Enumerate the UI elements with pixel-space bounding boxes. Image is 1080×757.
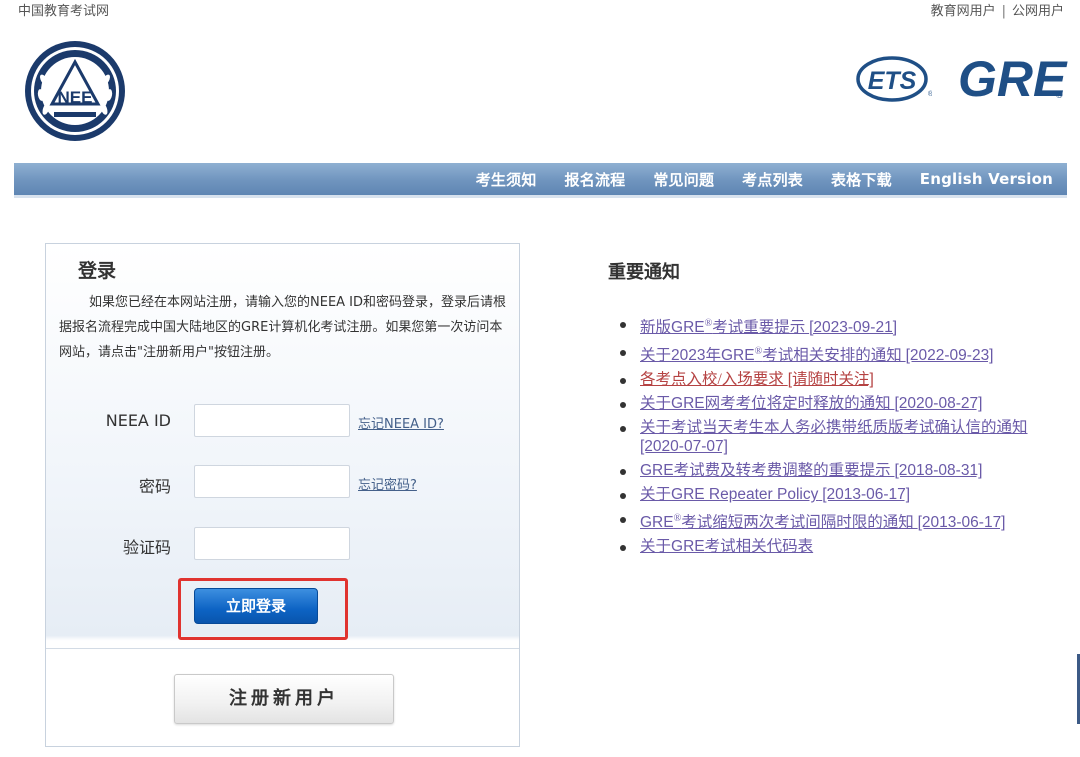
password-label: 密码: [138, 477, 171, 496]
register-new-user-button[interactable]: 注册新用户: [174, 674, 394, 724]
notice-date-text: [2013-06-17]: [917, 514, 1006, 532]
neea-id-label: NEEA ID: [105, 411, 171, 430]
forgot-password-link[interactable]: 忘记密码?: [358, 474, 417, 493]
ets-logo-text: ETS: [868, 67, 917, 95]
edu-network-user-link[interactable]: 教育网用户: [931, 4, 996, 19]
login-title: 登录: [78, 260, 117, 282]
notice-item: GRE考试费及转考费调整的重要提示 [2018-08-31]: [620, 461, 1060, 480]
notice-date-text: [2013-06-17]: [822, 486, 911, 504]
notice-pre-text: 新版: [640, 319, 672, 337]
nav-candidate-notice[interactable]: 考生须知: [476, 169, 537, 190]
captcha-input[interactable]: [194, 527, 350, 560]
notice-pre-text: 关于: [640, 347, 672, 365]
notice-latin-text: 2023年GRE: [671, 347, 755, 365]
notice-post-text: 考试相关代码表: [704, 538, 814, 556]
notice-pre-text: 关于: [640, 486, 672, 504]
notice-latin-text: GRE: [640, 462, 674, 480]
notice-item: 各考点入校/入场要求 [请随时关注]: [620, 370, 1060, 389]
notice-link[interactable]: 关于GRE考试相关代码表: [640, 538, 813, 555]
notice-link[interactable]: 关于GRE Repeater Policy [2013-06-17]: [640, 486, 910, 503]
notice-latin-text: GRE: [671, 395, 705, 413]
notice-item: 关于GRE网考考位将定时释放的通知 [2020-08-27]: [620, 394, 1060, 413]
notice-date-text: [2018-08-31]: [894, 462, 983, 480]
notice-date-text: [2022-09-23]: [905, 347, 994, 365]
notice-link[interactable]: GRE®考试缩短两次考试间隔时限的通知 [2013-06-17]: [640, 513, 1006, 532]
notice-date-text: [2020-08-27]: [894, 395, 983, 413]
notice-list: 新版GRE®考试重要提示 [2023-09-21] 关于2023年GRE®考试相关…: [620, 314, 1060, 561]
neea-logo-text: NEE: [58, 88, 93, 107]
neea-logo[interactable]: NEE: [24, 40, 126, 142]
nav-english-version[interactable]: English Version: [920, 170, 1053, 188]
neea-id-input[interactable]: [194, 404, 350, 437]
panel-divider: [46, 648, 519, 649]
public-network-user-link[interactable]: 公网用户: [1012, 4, 1064, 19]
notice-post-text: 考试费及转考费调整的重要提示: [673, 462, 895, 480]
notice-latin-text: GRE Repeater Policy: [671, 486, 819, 504]
notice-pre-text: 关于: [640, 538, 672, 556]
forgot-neea-id-link[interactable]: 忘记NEEA ID?: [358, 413, 444, 432]
notice-latin-text: GRE: [640, 514, 674, 532]
notice-post-text: 考试缩短两次考试间隔时限的通知: [681, 514, 918, 532]
notice-post-text: 网考考位将定时释放的通知: [704, 395, 895, 413]
password-input[interactable]: [194, 465, 350, 498]
notice-date-text: [2020-07-07]: [640, 438, 728, 456]
link-separator: |: [1001, 4, 1006, 19]
svg-text:®: ®: [928, 90, 932, 98]
notice-pre-text: 关于考试当天考生本人务必携带纸质版考试确认信的通知: [640, 419, 1028, 437]
notice-latin-text: GRE: [671, 319, 705, 337]
notice-link[interactable]: 关于考试当天考生本人务必携带纸质版考试确认信的通知 [2020-07-07]: [640, 419, 1028, 455]
notice-link[interactable]: 关于2023年GRE®考试相关安排的通知 [2022-09-23]: [640, 346, 994, 365]
notice-link[interactable]: GRE考试费及转考费调整的重要提示 [2018-08-31]: [640, 462, 982, 479]
user-type-links: 教育网用户 | 公网用户: [931, 0, 1064, 19]
login-description: 如果您已经在本网站注册，请输入您的NEEA ID和密码登录，登录后请根据报名流程…: [59, 295, 507, 360]
main-navigation: 考生须知 报名流程 常见问题 考点列表 表格下载 English Version: [14, 163, 1067, 198]
notice-item: 关于GRE Repeater Policy [2013-06-17]: [620, 485, 1060, 504]
gre-logo-text: GRE: [958, 51, 1068, 107]
nav-registration-process[interactable]: 报名流程: [565, 169, 626, 190]
notice-date-text: [请随时关注]: [787, 371, 874, 389]
login-panel: 登录 如果您已经在本网站注册，请输入您的NEEA ID和密码登录，登录后请根据报…: [45, 243, 520, 747]
notice-pre-text: 关于: [640, 395, 672, 413]
nav-test-center-list[interactable]: 考点列表: [742, 169, 803, 190]
notice-title: 重要通知: [608, 262, 680, 283]
notice-item: 关于考试当天考生本人务必携带纸质版考试确认信的通知 [2020-07-07]: [620, 418, 1060, 456]
captcha-label: 验证码: [122, 538, 171, 557]
site-name[interactable]: 中国教育考试网: [18, 0, 109, 19]
login-button[interactable]: 立即登录: [194, 588, 318, 624]
notice-post-text: 考试重要提示: [712, 319, 810, 337]
notice-link[interactable]: 关于GRE网考考位将定时释放的通知 [2020-08-27]: [640, 395, 982, 412]
notice-item: GRE®考试缩短两次考试间隔时限的通知 [2013-06-17]: [620, 509, 1060, 532]
svg-text:®: ®: [1056, 90, 1063, 100]
notice-date-text: [2023-09-21]: [809, 319, 898, 337]
notice-link[interactable]: 各考点入校/入场要求 [请随时关注]: [640, 371, 874, 388]
nav-form-download[interactable]: 表格下载: [831, 169, 892, 190]
nav-faq[interactable]: 常见问题: [653, 169, 714, 190]
notice-item: 关于GRE考试相关代码表: [620, 537, 1060, 556]
notice-link[interactable]: 新版GRE®考试重要提示 [2023-09-21]: [640, 318, 898, 337]
notice-pre-text: 各考点入校/入场要求: [640, 371, 788, 389]
notice-latin-text: GRE: [671, 538, 705, 556]
notice-item: 关于2023年GRE®考试相关安排的通知 [2022-09-23]: [620, 342, 1060, 365]
notice-item: 新版GRE®考试重要提示 [2023-09-21]: [620, 314, 1060, 337]
notice-post-text: 考试相关安排的通知: [762, 347, 906, 365]
ets-logo[interactable]: ETS ®: [856, 52, 932, 104]
gre-logo[interactable]: GRE ®: [956, 48, 1068, 108]
